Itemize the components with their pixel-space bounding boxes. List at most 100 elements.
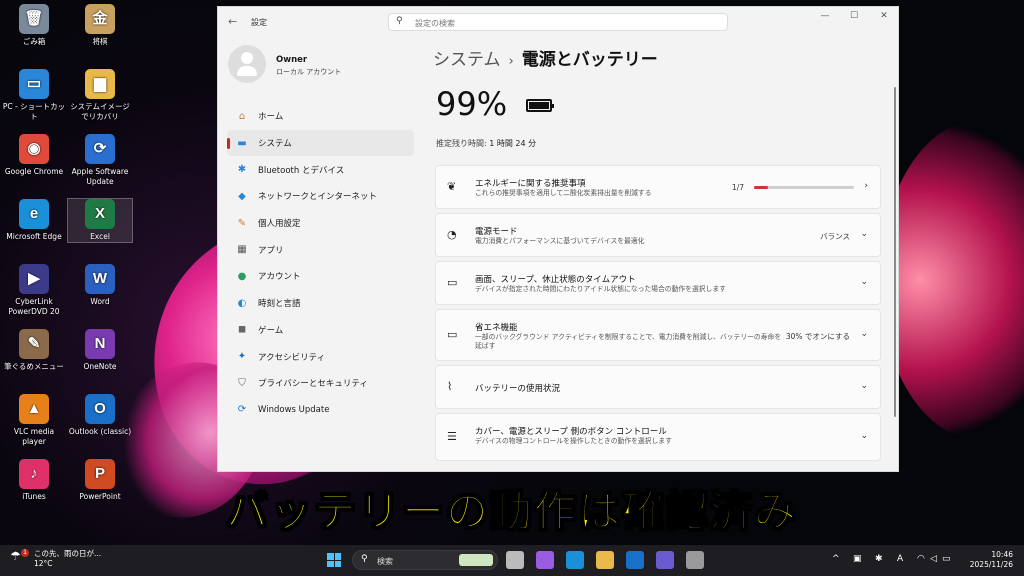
card-value: 1/7 <box>732 183 745 192</box>
teams-icon[interactable] <box>656 551 674 569</box>
back-arrow-icon[interactable]: ← <box>228 15 237 28</box>
settings-card[interactable]: ▭ 省エネ機能 一部のバックグラウンド アクティビティを制限することで、電力消費を削… <box>435 309 881 361</box>
sidebar-item[interactable]: ▬ システム <box>227 129 414 157</box>
sidebar-item[interactable]: ✎ 個人用設定 <box>227 210 414 237</box>
clock[interactable]: 10:46 2025/11/26 <box>955 550 1013 570</box>
sidebar-item[interactable]: ✦ アクセシビリティ <box>227 343 414 370</box>
taskbar-search[interactable]: ⚲ 検索 <box>352 550 498 570</box>
start-button[interactable] <box>327 553 341 567</box>
sidebar-item[interactable]: ◐ 時刻と言語 <box>227 290 414 317</box>
file-explorer-icon[interactable] <box>596 551 614 569</box>
desktop-icon-label: Google Chrome <box>4 167 64 176</box>
account-icon: ● <box>237 270 247 282</box>
excel-icon: X <box>85 199 115 229</box>
settings-card[interactable]: ❦ エネルギーに関する推奨事項 これらの推奨事項を適用して二酸化炭素排出量を削減する… <box>435 165 881 209</box>
avatar <box>228 45 266 83</box>
desktop-icon-label: 将棋 <box>92 37 108 46</box>
weather-widget[interactable]: ☂ 1 この先、雨の日が... 12°C <box>10 549 101 569</box>
search-input[interactable] <box>413 15 717 31</box>
wifi-icon[interactable]: ◠ <box>917 554 925 564</box>
desktop-icon-label: Apple Software Update <box>71 167 129 186</box>
desktop-icon[interactable]: W Word <box>68 264 132 307</box>
sidebar-item[interactable]: ▦ アプリ <box>227 236 414 263</box>
sidebar-nav: ⌂ ホーム ▬ システム ✱ Bluetooth とデバイス ◆ ネットワークとインターネット… <box>227 103 414 423</box>
ime-indicator[interactable]: A <box>897 554 903 564</box>
desktop-icon-label: OneNote <box>83 362 117 371</box>
chevron-down-icon[interactable]: ⌄ <box>860 277 868 287</box>
bluetooth-icon: ✱ <box>237 164 247 176</box>
tray-app-icon[interactable]: ▣ <box>853 554 862 564</box>
chevron-down-icon[interactable]: ⌄ <box>860 381 868 391</box>
desktop-icon[interactable]: ▶ CyberLink PowerDVD 20 <box>2 264 66 317</box>
taskbar: ☂ 1 この先、雨の日が... 12°C ⚲ 検索 ^ ▣ ✱ A ◠ ◁ ▭ … <box>0 545 1024 576</box>
settings-card[interactable]: ⌇ バッテリーの使用状況 ⌄ <box>435 365 881 409</box>
recommendation-progress <box>754 186 854 189</box>
screen-sleep-icon: ▭ <box>447 276 458 289</box>
settings-card[interactable]: ◔ 電源モード 電力消費とパフォーマンスに基づいてデバイスを最適化 バランス ⌄ <box>435 213 881 257</box>
weather-icon: ☂ <box>10 549 21 563</box>
card-title: バッテリーの使用状況 <box>475 384 561 394</box>
clock-date: 2025/11/26 <box>969 560 1013 569</box>
sidebar-item[interactable]: ⛉ プライバシーとセキュリティ <box>227 370 414 397</box>
bluetooth-tray-icon[interactable]: ✱ <box>875 554 883 564</box>
breadcrumb-separator: › <box>508 54 514 69</box>
minimize-button[interactable]: — <box>815 11 835 21</box>
sidebar-item[interactable]: ● アカウント <box>227 263 414 290</box>
settings-card[interactable]: ☰ カバー、電源とスリープ 側のボタン コントロール デバイスの物理コントロールを操… <box>435 413 881 461</box>
desktop-icon[interactable]: 🗑 ごみ箱 <box>2 4 66 47</box>
sidebar-item-label: プライバシーとセキュリティ <box>258 379 368 390</box>
sidebar-item[interactable]: ⟳ Windows Update <box>227 397 414 424</box>
edge-taskbar-icon[interactable] <box>566 551 584 569</box>
sidebar-item[interactable]: ⌂ ホーム <box>227 103 414 130</box>
sidebar-item-label: Windows Update <box>258 404 330 415</box>
settings-window: ← 設定 ⚲ — ☐ ✕ Owner ローカル アカウント ⌂ ホーム ▬ システム ✱… <box>217 6 899 472</box>
scrollbar[interactable] <box>894 87 896 417</box>
chevron-right-icon[interactable]: › <box>864 181 868 191</box>
task-view-icon[interactable] <box>506 551 524 569</box>
desktop-icon[interactable]: ▲ VLC media player <box>2 394 66 447</box>
breadcrumb-parent[interactable]: システム <box>433 50 501 70</box>
window-title: 設定 <box>251 18 267 27</box>
overlay-caption: バッテリーの動作は確認済み <box>225 486 798 537</box>
sidebar-item[interactable]: ◆ ネットワークとインターネット <box>227 183 414 210</box>
personalization-icon: ✎ <box>237 217 247 229</box>
chevron-down-icon[interactable]: ⌄ <box>860 431 868 441</box>
desktop-icon[interactable]: O Outlook (classic) <box>68 394 132 437</box>
settings-search[interactable]: ⚲ <box>388 13 728 31</box>
buttons-control-icon: ☰ <box>447 430 457 443</box>
settings-taskbar-icon[interactable] <box>686 551 704 569</box>
desktop-icon[interactable]: ◉ Google Chrome <box>2 134 66 177</box>
chevron-down-icon[interactable]: ⌄ <box>860 229 868 239</box>
search-highlight-icon <box>459 554 493 566</box>
fudegurume-icon: ✎ <box>19 329 49 359</box>
desktop-icon[interactable]: X Excel <box>67 198 133 243</box>
desktop-icon[interactable]: 金将棋 <box>68 4 132 47</box>
desktop-icon-label: CyberLink PowerDVD 20 <box>8 297 60 316</box>
settings-card[interactable]: ▭ 画面、スリープ、休止状態のタイムアウト デバイスが指定された時間にわたりアイドル… <box>435 261 881 305</box>
desktop-icon[interactable]: ⟳ Apple Software Update <box>68 134 132 187</box>
home-icon: ⌂ <box>238 110 246 122</box>
tray-chevron-icon[interactable]: ^ <box>832 554 840 564</box>
sidebar-item[interactable]: ◼ ゲーム <box>227 317 414 344</box>
powerdvd-icon: ▶ <box>19 264 49 294</box>
sidebar-item[interactable]: ✱ Bluetooth とデバイス <box>227 156 414 183</box>
card-subtitle: 一部のバックグラウンド アクティビティを制限することで、電力消費を削減し、バッテ… <box>475 333 782 350</box>
close-button[interactable]: ✕ <box>874 11 894 21</box>
battery-tray-icon[interactable]: ▭ <box>942 554 951 564</box>
card-title: 画面、スリープ、休止状態のタイムアウト <box>475 275 636 285</box>
maximize-button[interactable]: ☐ <box>844 11 864 21</box>
outlook-taskbar-icon[interactable] <box>626 551 644 569</box>
volume-icon[interactable]: ◁ <box>930 554 937 564</box>
shield-icon: ⛉ <box>238 377 246 389</box>
desktop-icon[interactable]: e Microsoft Edge <box>2 199 66 242</box>
desktop-icon[interactable]: ▭ PC - ショートカット <box>2 69 66 122</box>
chevron-down-icon[interactable]: ⌄ <box>860 329 868 339</box>
onenote-icon: N <box>85 329 115 359</box>
desktop-icon[interactable]: N OneNote <box>68 329 132 372</box>
desktop-icon[interactable]: ▆ システムイメージでリカバリ <box>68 69 132 122</box>
desktop-icon[interactable]: ✎ 筆ぐるめメニュー <box>2 329 66 372</box>
copilot-icon[interactable] <box>536 551 554 569</box>
battery-percent: 99% <box>436 85 508 123</box>
sidebar-item-label: Bluetooth とデバイス <box>258 165 345 176</box>
system-icon: ▬ <box>237 137 247 149</box>
